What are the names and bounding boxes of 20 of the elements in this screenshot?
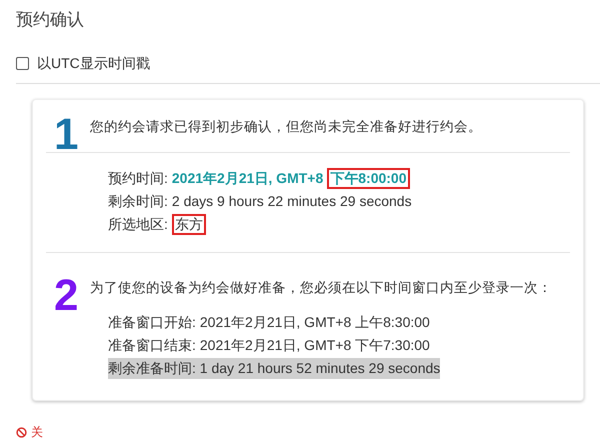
checkbox-label[interactable]: 以UTC显示时间戳	[37, 52, 150, 74]
step-number: 1	[54, 116, 80, 154]
detail-label: 所选地区:	[108, 215, 168, 234]
close-link[interactable]: 关	[31, 423, 43, 441]
step-number: 2	[54, 277, 80, 315]
detail-value: 2021年2月21日, GMT+8	[172, 169, 324, 188]
no-entry-icon	[16, 426, 27, 438]
detail-value: 2 days 9 hours 22 minutes 29 seconds	[172, 192, 412, 211]
detail-value: 2021年2月21日, GMT+8 上午8:30:00	[200, 313, 430, 332]
detail-label: 准备窗口结束:	[108, 336, 196, 355]
step-message: 您的约会请求已得到初步确认，但您尚未完全准备好进行约会。	[90, 118, 482, 136]
detail-label: 预约时间:	[108, 169, 168, 188]
checkbox[interactable]	[16, 56, 29, 70]
step-message: 为了使您的设备为约会做好准备，您必须在以下时间窗口内至少登录一次：	[90, 279, 552, 297]
highlighted-value: 下午8:00:00	[327, 168, 410, 189]
page-title: 预约确认	[16, 9, 85, 31]
highlighted-value: 东方	[172, 214, 206, 235]
detail-value: 2021年2月21日, GMT+8 下午7:30:00	[200, 336, 430, 355]
detail-label: 准备窗口开始:	[108, 313, 196, 332]
detail-label: 剩余时间:	[108, 192, 168, 211]
